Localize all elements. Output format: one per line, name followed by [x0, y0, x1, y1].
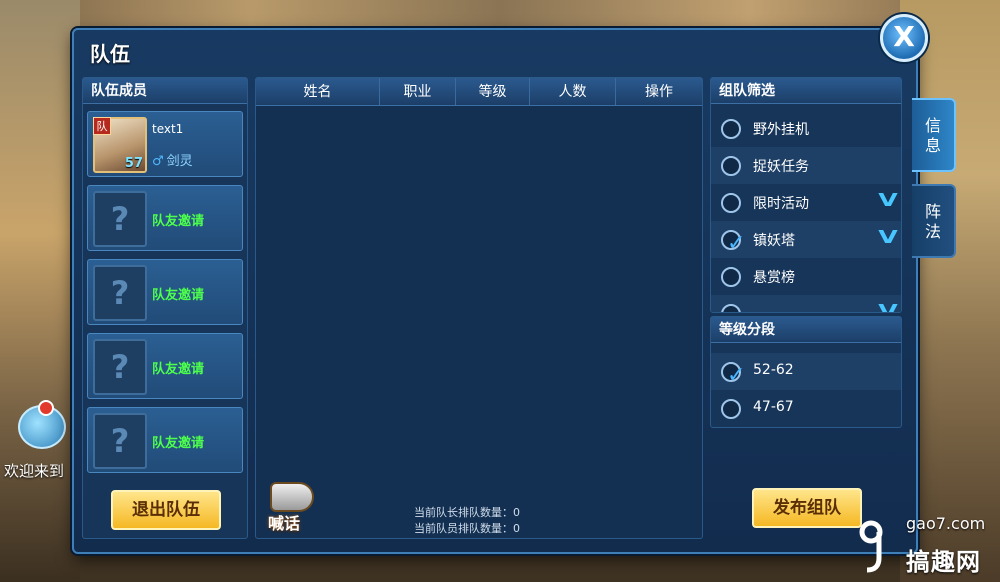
- tab-info[interactable]: 信 息: [912, 98, 956, 172]
- question-icon: ?: [93, 339, 147, 395]
- level-label: 47-67: [753, 399, 794, 415]
- level-range-panel: 等级分段 ✓ 52-62 47-67: [710, 316, 902, 428]
- leader-badge: 队: [93, 117, 111, 135]
- shout-label: 喊话: [268, 514, 301, 533]
- filter-item-partial[interactable]: V: [711, 295, 901, 312]
- invite-slot[interactable]: ? 队友邀请: [87, 407, 243, 473]
- megaphone-icon: [270, 482, 314, 512]
- team-filter-panel: 组队筛选 野外挂机 捉妖任务 限时活动 V ✓ 镇妖塔 V 悬赏榜 V: [710, 77, 902, 313]
- tab-info-label-top: 信: [924, 116, 941, 135]
- level-item[interactable]: 47-67: [711, 390, 901, 427]
- watermark-brand: 搞趣网: [906, 548, 981, 576]
- filter-label: 捉妖任务: [753, 159, 809, 175]
- tab-formation[interactable]: 阵 法: [912, 184, 956, 258]
- filter-item[interactable]: ✓ 镇妖塔 V: [711, 221, 901, 258]
- filter-item[interactable]: 悬赏榜: [711, 258, 901, 295]
- leader-queue-count: 当前队长排队数量：0: [414, 506, 520, 519]
- tab-info-label-bottom: 息: [924, 136, 941, 155]
- publish-team-button[interactable]: 发布组队: [752, 488, 862, 528]
- member-class-label: 剑灵: [166, 154, 193, 169]
- tab-formation-label-top: 阵: [924, 202, 941, 221]
- column-action: 操作: [645, 84, 673, 100]
- filter-label: 镇妖塔: [753, 233, 795, 249]
- filter-label: 悬赏榜: [753, 270, 795, 286]
- radio-checked[interactable]: ✓: [721, 362, 745, 388]
- filter-item[interactable]: 野外挂机: [711, 110, 901, 147]
- column-name: 姓名: [256, 78, 380, 105]
- question-icon: ?: [93, 191, 147, 247]
- gao7-logo-icon: [859, 520, 883, 573]
- member-level: 57: [124, 156, 143, 171]
- invite-slot[interactable]: ? 队友邀请: [87, 259, 243, 325]
- male-icon: ♂: [152, 154, 164, 169]
- radio-unchecked[interactable]: [721, 119, 741, 139]
- team-members-panel: 队伍成员 队 57 text1 ♂ 剑灵 ? 队友邀请 ? 队友邀请 ? 队友邀请…: [82, 77, 248, 539]
- invite-label: 队友邀请: [152, 362, 205, 377]
- invite-slot[interactable]: ? 队友邀请: [87, 185, 243, 251]
- radio-unchecked[interactable]: [721, 304, 741, 312]
- team-list-panel: 姓名 职业 等级 人数 操作 喊话 当前队长排队数量：0 当前队员排队数量：0: [255, 77, 703, 539]
- filter-label: 野外挂机: [753, 122, 809, 138]
- member-class: ♂ 剑灵: [152, 150, 193, 169]
- level-label: 52-62: [753, 362, 794, 378]
- window-title: 队伍: [90, 42, 130, 66]
- invite-slot[interactable]: ? 队友邀请: [87, 333, 243, 399]
- invite-label: 队友邀请: [152, 436, 205, 451]
- team-members-header: 队伍成员: [83, 78, 247, 104]
- question-icon: ?: [93, 413, 147, 469]
- chevron-down-icon[interactable]: V: [878, 190, 898, 211]
- close-button[interactable]: X: [880, 14, 928, 62]
- notification-dot: [38, 400, 54, 416]
- column-count: 人数: [530, 78, 616, 105]
- filter-label: 限时活动: [753, 196, 809, 212]
- invite-label: 队友邀请: [152, 288, 205, 303]
- radio-unchecked[interactable]: [721, 193, 741, 213]
- level-item[interactable]: ✓ 52-62: [711, 353, 901, 390]
- radio-unchecked[interactable]: [721, 156, 741, 176]
- radio-checked[interactable]: ✓: [721, 230, 745, 256]
- column-class: 职业: [380, 78, 456, 105]
- chevron-down-icon[interactable]: V: [878, 227, 898, 248]
- filter-item[interactable]: 捉妖任务: [711, 147, 901, 184]
- member-avatar: 队 57: [93, 117, 147, 173]
- background-left-scenery: [0, 0, 80, 582]
- checkmark-icon: ✓: [727, 231, 746, 256]
- leave-team-button[interactable]: 退出队伍: [111, 490, 221, 530]
- column-level: 等级: [456, 78, 530, 105]
- invite-label: 队友邀请: [152, 214, 205, 229]
- team-list-header: 姓名 职业 等级 人数 操作: [256, 78, 702, 106]
- member-queue-count: 当前队员排队数量：0: [414, 522, 520, 535]
- radio-unchecked[interactable]: [721, 267, 741, 287]
- watermark-url: gao7.com: [906, 514, 986, 533]
- member-name: text1: [152, 122, 184, 136]
- background-top: [0, 0, 1000, 30]
- checkmark-icon: ✓: [727, 363, 746, 388]
- team-list-body[interactable]: [256, 107, 702, 477]
- filter-item[interactable]: 限时活动 V: [711, 184, 901, 221]
- level-range-header: 等级分段: [711, 317, 901, 343]
- chevron-down-icon[interactable]: V: [878, 301, 898, 312]
- question-icon: ?: [93, 265, 147, 321]
- welcome-chat-text: 欢迎来到: [4, 462, 65, 480]
- tab-formation-label-bottom: 法: [924, 222, 941, 241]
- member-card[interactable]: 队 57 text1 ♂ 剑灵: [87, 111, 243, 177]
- team-filter-header: 组队筛选: [711, 78, 901, 104]
- shout-button[interactable]: 喊话: [264, 476, 318, 534]
- radio-unchecked[interactable]: [721, 399, 741, 419]
